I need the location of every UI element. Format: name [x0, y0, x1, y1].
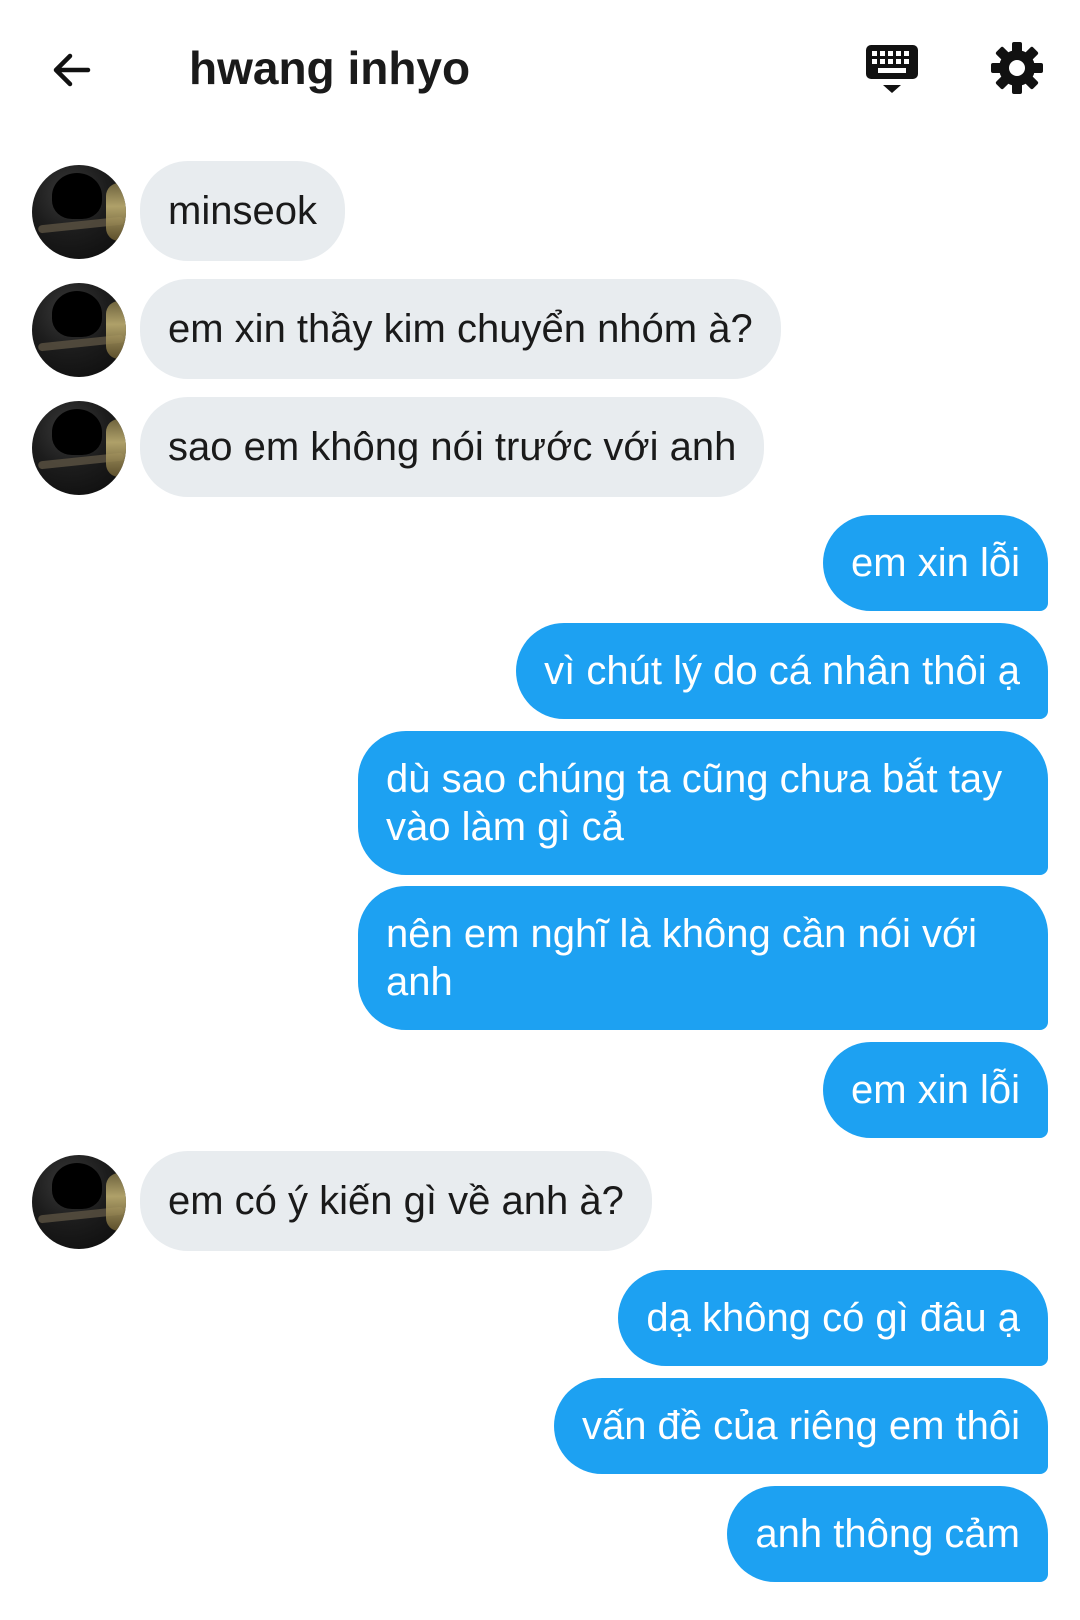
- incoming-message: minseok: [140, 161, 345, 261]
- contact-avatar[interactable]: [32, 1155, 126, 1249]
- incoming-message: em có ý kiến gì về anh à?: [140, 1151, 652, 1251]
- chat-header: hwang inhyo: [0, 0, 1080, 140]
- gear-icon: [991, 42, 1043, 94]
- contact-avatar[interactable]: [32, 165, 126, 259]
- keyboard-button[interactable]: [860, 38, 924, 102]
- outgoing-message: vì chút lý do cá nhân thôi ạ: [516, 623, 1048, 719]
- chat-screen: hwang inhyo minseok em xin thầy kim chuy…: [0, 0, 1080, 1620]
- outgoing-message: vấn đề của riêng em thôi: [553, 1378, 1048, 1474]
- outgoing-message: em xin lỗi: [823, 1042, 1048, 1138]
- incoming-message: sao em không nói trước với anh: [140, 397, 765, 497]
- incoming-message: em xin thầy kim chuyển nhóm à?: [140, 279, 781, 379]
- outgoing-message: anh thông cảm: [727, 1486, 1048, 1582]
- outgoing-message: nên em nghĩ là không cần nói với anh: [358, 886, 1048, 1030]
- conversation-title: hwang inhyo: [189, 42, 471, 94]
- outgoing-message: dù sao chúng ta cũng chưa bắt tay vào là…: [358, 731, 1048, 875]
- settings-button[interactable]: [985, 36, 1049, 100]
- keyboard-icon: [866, 45, 918, 93]
- contact-avatar[interactable]: [32, 283, 126, 377]
- arrow-left-icon: [53, 53, 91, 87]
- contact-avatar[interactable]: [32, 401, 126, 495]
- outgoing-message: em xin lỗi: [823, 515, 1048, 611]
- back-button[interactable]: [40, 38, 104, 102]
- outgoing-message: dạ không có gì đâu ạ: [618, 1270, 1048, 1366]
